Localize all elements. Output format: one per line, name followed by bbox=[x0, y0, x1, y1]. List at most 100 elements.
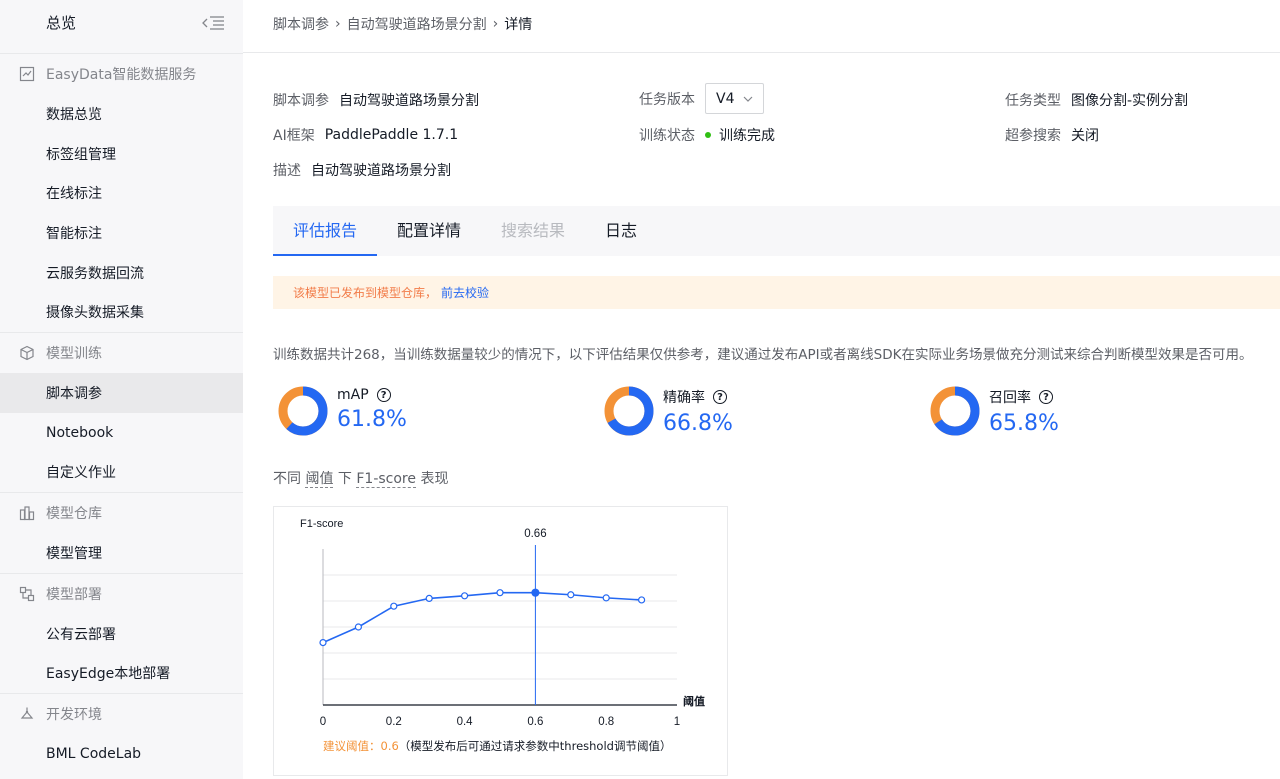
y-axis-label: F1-score bbox=[300, 518, 343, 530]
x-tick-label: 0.6 bbox=[527, 716, 543, 728]
sidebar-item-label: 脚本调参 bbox=[46, 385, 102, 402]
sidebar-group-head: EasyData智能数据服务 bbox=[0, 54, 243, 94]
help-icon[interactable]: ? bbox=[376, 388, 391, 402]
info-key: 超参搜索 bbox=[1005, 128, 1061, 144]
metric-value: 61.8% bbox=[337, 407, 407, 432]
sidebar-item-easyedge-deploy[interactable]: EasyEdge本地部署 bbox=[0, 654, 243, 694]
sidebar-item-notebook[interactable]: Notebook bbox=[0, 413, 243, 453]
info-training-status: 训练状态 训练完成 bbox=[639, 125, 775, 145]
metric-label: mAP bbox=[337, 387, 369, 403]
chart-heading: 不同 阈值 下 F1-score 表现 bbox=[273, 468, 448, 488]
breadcrumb-item[interactable]: 自动驾驶道路场景分割 bbox=[347, 14, 487, 34]
sidebar-group-model-deploy: 模型部署 公有云部署 EasyEdge本地部署 bbox=[0, 572, 243, 694]
suggest-value: 0.6 bbox=[380, 739, 399, 753]
sidebar-item-camera-collection[interactable]: 摄像头数据采集 bbox=[0, 292, 243, 332]
x-axis-label: 阈值 bbox=[683, 694, 705, 708]
f1-data-point bbox=[602, 594, 610, 602]
deploy-icon bbox=[19, 586, 35, 601]
info-value: 图像分割-实例分割 bbox=[1071, 93, 1189, 109]
publish-notice: 该模型已发布到模型仓库， 前去校验 bbox=[273, 276, 1280, 309]
metric-map: mAP? 61.8% bbox=[277, 385, 407, 437]
flask-icon bbox=[20, 707, 34, 719]
sidebar-item-label-groups[interactable]: 标签组管理 bbox=[0, 134, 243, 174]
chart-heading-text: 下 bbox=[337, 471, 352, 487]
info-description: 描述 自动驾驶道路场景分割 bbox=[273, 160, 451, 180]
help-icon[interactable]: ? bbox=[1039, 390, 1053, 404]
sidebar-item-label: 自定义作业 bbox=[46, 465, 116, 482]
x-tick-label: 0.4 bbox=[457, 716, 474, 728]
sidebar-item-public-cloud-deploy[interactable]: 公有云部署 bbox=[0, 614, 243, 654]
sidebar-group-label: 开发环境 bbox=[46, 707, 102, 724]
sidebar-item-label: 标签组管理 bbox=[46, 146, 116, 163]
info-hyperparam-search: 超参搜索 关闭 bbox=[1005, 125, 1099, 145]
collapse-menu-icon[interactable] bbox=[201, 15, 225, 31]
help-icon[interactable]: ? bbox=[713, 390, 727, 404]
tab-eval-report[interactable]: 评估报告 bbox=[273, 206, 378, 256]
x-tick-label: 0.2 bbox=[386, 716, 402, 728]
precision-donut-chart bbox=[604, 386, 654, 436]
sidebar-overview-link[interactable]: 总览 bbox=[46, 12, 76, 33]
f1-data-point bbox=[354, 623, 363, 631]
info-value: 训练完成 bbox=[719, 128, 775, 144]
metric-label: 精确率 bbox=[663, 390, 705, 406]
sidebar-header: 总览 bbox=[0, 0, 243, 45]
sidebar-item-cloud-data-reflow[interactable]: 云服务数据回流 bbox=[0, 253, 243, 293]
chart-heading-term: 阈值 bbox=[305, 471, 334, 488]
breadcrumb-current: 详情 bbox=[504, 17, 533, 33]
info-key: 描述 bbox=[273, 163, 301, 179]
sidebar-item-label: Notebook bbox=[46, 424, 114, 441]
main-content: 脚本调参 › 自动驾驶道路场景分割 › 详情 脚本调参 自动驾驶道路场景分割 任… bbox=[243, 0, 1280, 779]
detail-tabs: 评估报告 配置详情 搜索结果 日志 bbox=[273, 206, 1280, 256]
sidebar-group-head: 模型仓库 bbox=[0, 493, 243, 533]
go-verify-link[interactable]: 前去校验 bbox=[441, 284, 489, 301]
warehouse-icon bbox=[19, 506, 35, 521]
sidebar-item-script-tuning[interactable]: 脚本调参 bbox=[0, 373, 243, 413]
sidebar-item-smart-annotation[interactable]: 智能标注 bbox=[0, 213, 243, 253]
chevron-right-icon: › bbox=[335, 16, 341, 32]
breadcrumb-item[interactable]: 脚本调参 bbox=[273, 14, 329, 34]
sidebar-group-easydata: EasyData智能数据服务 数据总览 标签组管理 在线标注 智能标注 云服务数… bbox=[0, 53, 243, 332]
info-key: 任务版本 bbox=[639, 91, 695, 108]
sidebar-item-data-overview[interactable]: 数据总览 bbox=[0, 94, 243, 134]
sidebar-group-label: EasyData智能数据服务 bbox=[46, 67, 197, 83]
sidebar-item-bml-codelab[interactable]: BML CodeLab bbox=[0, 734, 243, 774]
chart-heading-term: F1-score bbox=[356, 471, 416, 488]
sidebar-group-label: 模型仓库 bbox=[46, 506, 102, 523]
info-key: 训练状态 bbox=[639, 128, 695, 144]
cube-icon bbox=[20, 345, 34, 361]
eval-description: 训练数据共计268，当训练数据量较少的情况下，以下评估结果仅供参考，建议通过发布… bbox=[273, 347, 1253, 363]
breadcrumb: 脚本调参 › 自动驾驶道路场景分割 › 详情 bbox=[273, 14, 532, 34]
metric-label-row: 精确率? bbox=[663, 387, 733, 407]
info-task-version: 任务版本 V4 bbox=[639, 83, 764, 114]
version-select-value: V4 bbox=[716, 90, 735, 107]
sidebar-group-model-repo: 模型仓库 模型管理 bbox=[0, 492, 243, 573]
version-select[interactable]: V4 bbox=[705, 83, 764, 114]
metric-value: 66.8% bbox=[663, 411, 733, 436]
sidebar: 总览 EasyData智能数据服务 数据总览 标签组管理 在线标注 智能标注 云… bbox=[0, 0, 243, 779]
threshold-marker-label: 0.66 bbox=[524, 528, 546, 540]
sidebar-item-model-management[interactable]: 模型管理 bbox=[0, 533, 243, 573]
sidebar-group-model-training: 模型训练 脚本调参 Notebook 自定义作业 bbox=[0, 332, 243, 492]
status-dot-icon bbox=[705, 132, 711, 138]
sidebar-item-label: 云服务数据回流 bbox=[46, 265, 144, 282]
sidebar-item-online-annotation[interactable]: 在线标注 bbox=[0, 173, 243, 213]
x-tick-label: 1 bbox=[674, 716, 680, 728]
suggest-note: （模型发布后可通过请求参数中threshold调节阈值） bbox=[398, 739, 672, 753]
chart-line-icon bbox=[19, 66, 35, 82]
tab-logs[interactable]: 日志 bbox=[585, 206, 657, 256]
sidebar-item-custom-job[interactable]: 自定义作业 bbox=[0, 453, 243, 493]
sidebar-item-label: 数据总览 bbox=[46, 106, 102, 123]
chevron-right-icon: › bbox=[492, 16, 499, 32]
info-ai-framework: AI框架 PaddlePaddle 1.7.1 bbox=[273, 125, 458, 145]
info-key: 脚本调参 bbox=[273, 93, 329, 109]
tab-search-results: 搜索结果 bbox=[501, 221, 566, 240]
f1-series-line bbox=[322, 591, 642, 644]
tab-config-details[interactable]: 配置详情 bbox=[377, 206, 481, 256]
sidebar-group-dev-env: 开发环境 BML CodeLab bbox=[0, 693, 243, 774]
f1-data-point bbox=[496, 589, 504, 597]
sidebar-item-label: EasyEdge本地部署 bbox=[46, 666, 171, 683]
divider bbox=[243, 52, 1280, 53]
info-key: AI框架 bbox=[273, 128, 315, 144]
sidebar-group-head: 开发环境 bbox=[0, 694, 243, 734]
map-donut-chart bbox=[278, 386, 328, 436]
